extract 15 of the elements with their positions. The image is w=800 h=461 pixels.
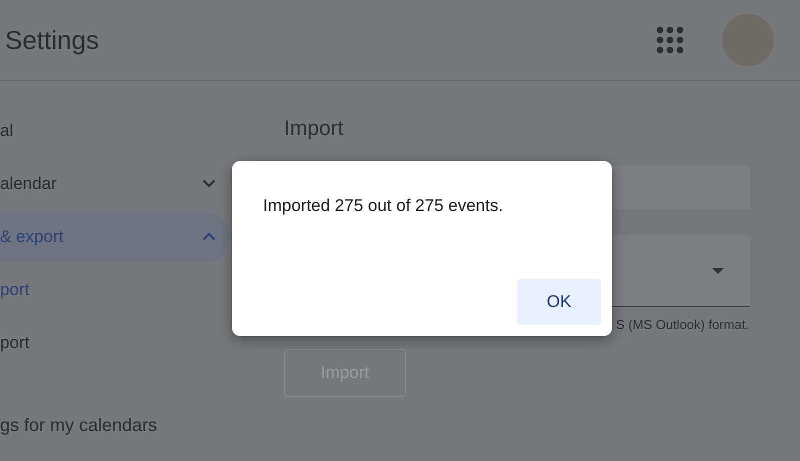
section-title: Import: [284, 117, 345, 142]
chevron-down-icon: [202, 179, 216, 188]
page-title: Settings: [5, 24, 100, 56]
sidebar-item[interactable]: & export: [0, 212, 230, 262]
sidebar-item[interactable]: alendar: [0, 158, 230, 208]
dialog-message: Imported 275 out of 275 events.: [263, 196, 504, 217]
dropdown-caret-icon: [712, 268, 724, 274]
chevron-up-icon: [202, 232, 216, 241]
helper-text: S (MS Outlook) format.: [616, 317, 750, 332]
ok-button[interactable]: OK: [517, 279, 601, 325]
sidebar-subitem[interactable]: port: [0, 332, 30, 352]
sidebar-item[interactable]: al: [0, 106, 230, 156]
apps-grid-icon[interactable]: [656, 26, 684, 54]
sidebar-subitem[interactable]: port: [0, 280, 30, 300]
section-heading: gs for my calendars: [0, 415, 158, 436]
